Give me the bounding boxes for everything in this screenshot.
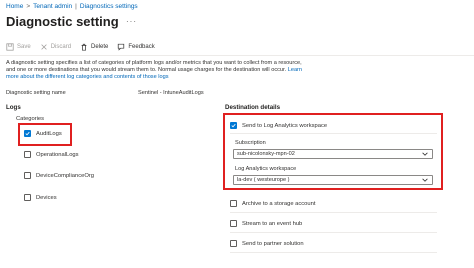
workspace-value: la-dev ( westeurope ): [237, 177, 290, 183]
save-button[interactable]: Save: [6, 43, 31, 51]
discard-label: Discard: [50, 44, 72, 50]
archive-checkbox[interactable]: [230, 200, 237, 207]
logs-heading: Logs: [6, 104, 21, 111]
breadcrumb-separator: |: [75, 3, 77, 10]
feedback-label: Feedback: [128, 44, 155, 50]
category-auditlogs[interactable]: AuditLogs: [24, 130, 62, 137]
delete-button[interactable]: Delete: [80, 43, 108, 51]
subscription-select[interactable]: sub-nicolonsky-mpn-02: [233, 149, 433, 159]
operationallogs-checkbox[interactable]: [24, 151, 31, 158]
workspace-select[interactable]: la-dev ( westeurope ): [233, 175, 433, 185]
trash-icon: [81, 43, 87, 51]
divider: [230, 133, 437, 134]
archive-label: Archive to a storage account: [242, 200, 316, 207]
chevron-down-icon: [422, 178, 428, 182]
feedback-icon: [118, 43, 125, 51]
category-label: Devices: [36, 194, 57, 201]
category-label: DeviceComplianceOrg: [36, 172, 94, 179]
breadcrumb-diagnostics-settings[interactable]: Diagnostics settings: [80, 3, 138, 10]
more-icon[interactable]: ···: [126, 17, 137, 26]
destination-heading: Destination details: [225, 104, 281, 111]
page-title: Diagnostic setting: [6, 14, 119, 29]
send-to-partner[interactable]: Send to partner solution: [230, 240, 304, 247]
subscription-value: sub-nicolonsky-mpn-02: [237, 151, 295, 157]
breadcrumb-separator: >: [26, 3, 31, 10]
subscription-label: Subscription: [235, 140, 266, 146]
checkmark-icon: [25, 131, 30, 136]
divider: [230, 232, 437, 233]
category-label: AuditLogs: [36, 130, 62, 137]
category-devices[interactable]: Devices: [24, 194, 57, 201]
discard-button[interactable]: Discard: [40, 43, 71, 51]
auditlogs-checkbox[interactable]: [24, 130, 31, 137]
log-analytics-label: Send to Log Analytics workspace: [242, 122, 328, 129]
divider: [230, 212, 437, 213]
close-icon: [41, 44, 47, 50]
archive-to-storage[interactable]: Archive to a storage account: [230, 200, 315, 207]
learn-more-link-continued[interactable]: more about the different log categories …: [6, 74, 169, 80]
setting-name-value: Sentinel - IntuneAuditLogs: [138, 90, 204, 96]
save-icon: [6, 43, 14, 51]
partner-label: Send to partner solution: [242, 240, 304, 247]
toolbar: Save Discard Delete Feedback: [6, 40, 155, 54]
chevron-down-icon: [422, 152, 428, 156]
event-hub-checkbox[interactable]: [230, 220, 237, 227]
event-hub-label: Stream to an event hub: [242, 220, 303, 227]
divider: [230, 252, 437, 253]
category-label: OperationalLogs: [36, 151, 79, 158]
learn-more-link[interactable]: Learn: [288, 67, 302, 73]
checkmark-icon: [231, 123, 236, 128]
categories-label: Categories: [16, 116, 45, 122]
feedback-button[interactable]: Feedback: [117, 43, 155, 51]
breadcrumb-home[interactable]: Home: [6, 3, 23, 10]
log-analytics-checkbox[interactable]: [230, 122, 237, 129]
category-devicecomplianceorg[interactable]: DeviceComplianceOrg: [24, 172, 94, 179]
stream-to-event-hub[interactable]: Stream to an event hub: [230, 220, 302, 227]
workspace-label: Log Analytics workspace: [235, 166, 297, 172]
devices-checkbox[interactable]: [24, 194, 31, 201]
description: A diagnostic setting specifies a list of…: [6, 60, 306, 82]
delete-label: Delete: [91, 44, 109, 50]
breadcrumb: Home > Tenant admin | Diagnostics settings: [6, 3, 138, 10]
description-text: A diagnostic setting specifies a list of…: [6, 60, 302, 74]
setting-name-label: Diagnostic setting name: [6, 90, 66, 96]
partner-checkbox[interactable]: [230, 240, 237, 247]
toolbar-divider: [0, 55, 474, 56]
breadcrumb-tenant-admin[interactable]: Tenant admin: [33, 3, 72, 10]
category-operationallogs[interactable]: OperationalLogs: [24, 151, 79, 158]
save-label: Save: [17, 44, 31, 50]
devicecomplianceorg-checkbox[interactable]: [24, 172, 31, 179]
send-to-log-analytics[interactable]: Send to Log Analytics workspace: [230, 122, 327, 129]
